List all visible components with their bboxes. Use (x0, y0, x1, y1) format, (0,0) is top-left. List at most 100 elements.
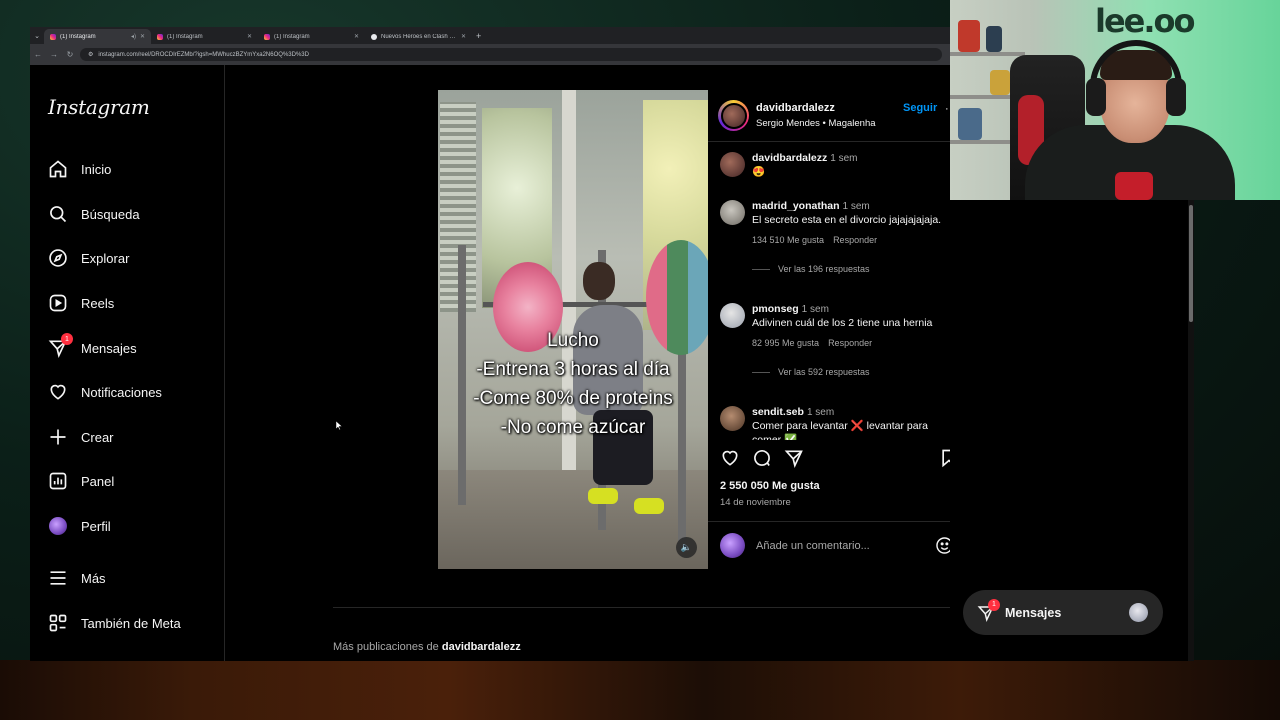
sidebar-item-explorar[interactable]: Explorar (48, 243, 218, 273)
view-replies-button[interactable]: Ver las 592 respuestas (752, 367, 947, 377)
close-tab-icon[interactable]: ✕ (461, 33, 466, 40)
microphone (1115, 172, 1153, 200)
url-input[interactable]: ⚙ instagram.com/reel/DROCDIrEZMb/?igsh=M… (80, 48, 942, 61)
post-date: 14 de noviembre (720, 497, 791, 508)
collectible-figure (958, 108, 982, 140)
browser-window: ⌄ (1) Instagram ◂) ✕ (1) Instagram ✕ (1)… (30, 27, 950, 661)
neon-logo: lee.oo (1095, 2, 1195, 40)
reload-icon[interactable]: ↻ (62, 50, 78, 59)
avatar[interactable] (720, 406, 745, 431)
back-icon[interactable]: ← (30, 50, 46, 59)
tab-instagram-2[interactable]: (1) Instagram ✕ (151, 29, 258, 44)
author-username[interactable]: davidbardalezz (756, 102, 876, 114)
mute-toggle-button[interactable]: 🔈 (676, 537, 697, 558)
more-posts-username[interactable]: davidbardalezz (442, 641, 521, 653)
reply-button[interactable]: Responder (833, 235, 877, 245)
trophy (990, 70, 1010, 95)
collectible-figure (958, 20, 980, 52)
reels-icon (48, 293, 68, 313)
compass-icon (48, 248, 68, 268)
comment-input[interactable] (756, 539, 936, 552)
speaker-icon[interactable]: ◂) (131, 33, 136, 40)
sidebar-item-label: Inicio (81, 161, 112, 177)
follow-button[interactable]: Seguir (903, 102, 937, 114)
sidebar-item-inicio[interactable]: Inicio (48, 154, 218, 184)
forward-icon[interactable]: → (46, 50, 62, 59)
instagram-favicon-icon (264, 33, 270, 40)
tab-title: (1) Instagram (167, 33, 203, 40)
notification-badge: 1 (988, 598, 1000, 611)
comment-username[interactable]: sendit.seb (752, 406, 804, 418)
search-icon (48, 204, 68, 224)
comment-username[interactable]: madrid_yonathan (752, 200, 840, 212)
share-icon[interactable] (784, 448, 804, 468)
reply-button[interactable]: Responder (828, 338, 872, 348)
tab-title: (1) Instagram (60, 33, 96, 40)
more-options-icon[interactable]: · (945, 103, 949, 115)
post-header: davidbardalezz Sergio Mendes • Magalenha… (708, 90, 950, 142)
tab-search-icon[interactable]: ⌄ (30, 27, 44, 44)
sidebar-item-crear[interactable]: Crear (48, 422, 218, 452)
video-floor (438, 470, 708, 569)
floating-messages-button[interactable]: 1 Mensajes (963, 590, 1163, 635)
sidebar-item-mas[interactable]: Más (48, 563, 218, 593)
comments-list: davidbardalezz 1 sem 😍 madrid_yonathan 1 s… (708, 142, 950, 440)
comment-likes[interactable]: 82 995 Me gusta (752, 338, 819, 348)
reel-video[interactable]: Lucho -Entrena 3 horas al día -Come 80% … (438, 90, 708, 569)
avatar[interactable] (720, 200, 745, 225)
sidebar-item-label: Reels (81, 295, 115, 311)
sidebar-item-panel[interactable]: Panel (48, 466, 218, 496)
meta-apps-icon (48, 613, 68, 633)
sidebar-item-label: Más (81, 570, 106, 586)
view-replies-label: Ver las 196 respuestas (778, 264, 870, 274)
instagram-logo[interactable]: Instagram (48, 95, 150, 119)
comment-time: 1 sem (801, 304, 829, 315)
view-replies-button[interactable]: Ver las 196 respuestas (752, 264, 947, 274)
avatar[interactable] (720, 303, 745, 328)
comment-username[interactable]: pmonseg (752, 303, 799, 315)
tab-instagram-1[interactable]: (1) Instagram ◂) ✕ (44, 29, 151, 44)
author-avatar[interactable] (718, 100, 749, 131)
menu-icon (48, 568, 68, 588)
collectible-figure (986, 26, 1002, 52)
sidebar-item-reels[interactable]: Reels (48, 288, 218, 318)
close-tab-icon[interactable]: ✕ (354, 33, 359, 40)
comment-likes[interactable]: 134 510 Me gusta (752, 235, 824, 245)
close-tab-icon[interactable]: ✕ (140, 33, 145, 40)
save-bookmark-icon[interactable] (939, 448, 950, 468)
comment-bubble-icon[interactable] (752, 448, 772, 468)
tab-title: Nuevos Héroes en Clash Royale (381, 33, 457, 40)
home-icon (48, 159, 68, 179)
post-actions (720, 448, 950, 472)
close-tab-icon[interactable]: ✕ (247, 33, 252, 40)
webcam-overlay: lee.oo (950, 0, 1280, 200)
tab-title: (1) Instagram (274, 33, 310, 40)
sidebar-item-mensajes[interactable]: 1 Mensajes (48, 333, 218, 363)
tab-clash-royale[interactable]: Nuevos Héroes en Clash Royale ✕ (365, 29, 472, 44)
dashboard-icon (48, 471, 68, 491)
sidebar-item-notificaciones[interactable]: Notificaciones (48, 377, 218, 407)
shelf (950, 52, 1025, 56)
sidebar-item-label: Búsqueda (81, 206, 140, 222)
tab-instagram-3[interactable]: (1) Instagram ✕ (258, 29, 365, 44)
audio-track-link[interactable]: Sergio Mendes • Magalenha (756, 118, 876, 129)
comment-text: 😍 (752, 166, 766, 178)
more-posts-prefix: Más publicaciones de (333, 641, 439, 653)
sidebar-item-label: También de Meta (81, 615, 181, 631)
site-info-icon[interactable]: ⚙ (88, 51, 93, 58)
avatar[interactable] (720, 152, 745, 177)
page-scrollbar[interactable] (1189, 205, 1193, 322)
caption-line: Lucho (547, 330, 599, 351)
likes-count[interactable]: 2 550 050 Me gusta (720, 480, 820, 492)
like-heart-icon[interactable] (720, 448, 740, 468)
emoji-icon[interactable] (935, 536, 950, 555)
new-tab-icon[interactable]: + (476, 31, 481, 41)
sidebar-item-busqueda[interactable]: Búsqueda (48, 199, 218, 229)
caption-line: -No come azúcar (500, 417, 646, 438)
sidebar-item-tambien-de-meta[interactable]: También de Meta (48, 608, 218, 638)
sidebar-item-label: Explorar (81, 250, 130, 266)
sidebar-item-perfil[interactable]: Perfil (48, 511, 218, 541)
sidebar-item-label: Crear (81, 429, 114, 445)
sidebar-item-label: Notificaciones (81, 384, 162, 400)
comment-username[interactable]: davidbardalezz (752, 152, 827, 164)
